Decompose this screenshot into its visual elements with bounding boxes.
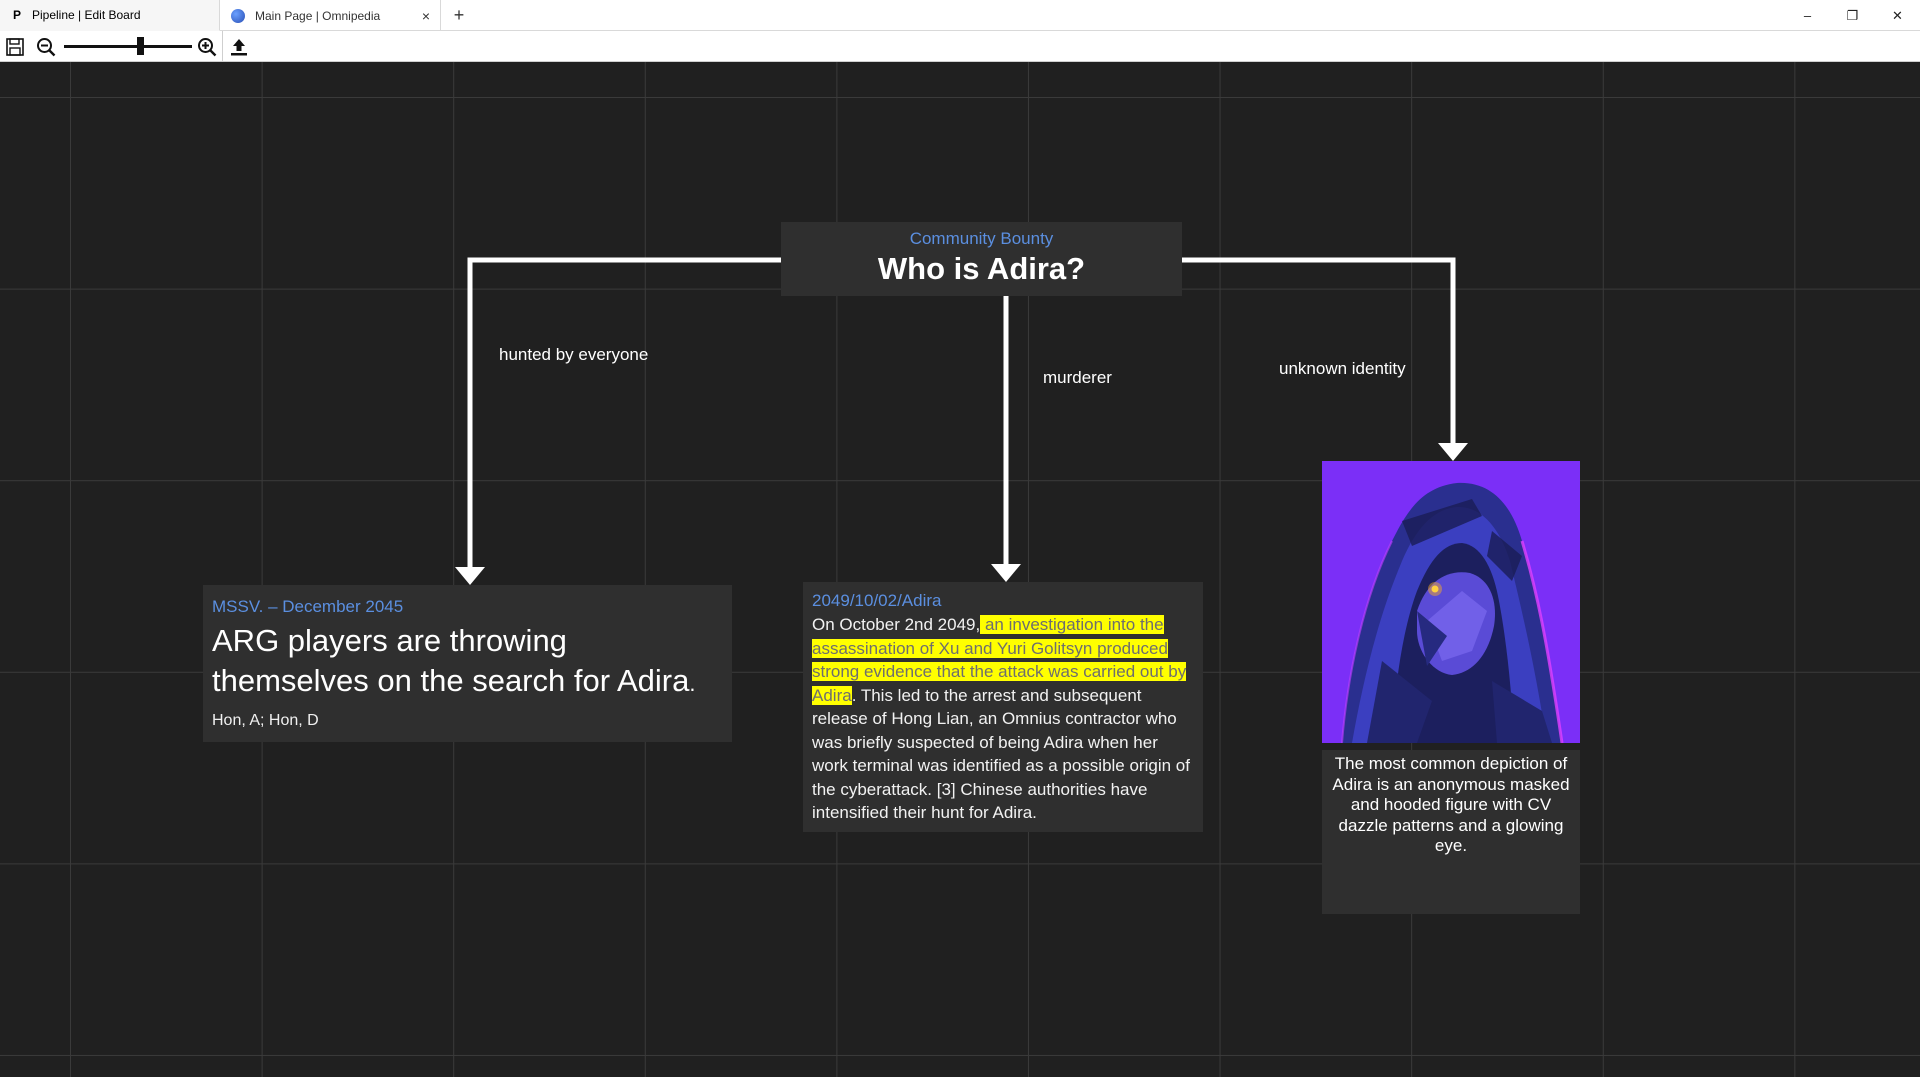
root-title: Who is Adira? [877, 251, 1086, 286]
zoom-slider[interactable] [64, 45, 192, 48]
article-text-pre: On October 2nd 2049, [812, 615, 981, 634]
article-text: On October 2nd 2049, an investigation in… [812, 613, 1194, 825]
root-subtitle: Community Bounty [909, 229, 1054, 248]
article-card[interactable]: 2049/10/02/Adira On October 2nd 2049, an… [803, 582, 1203, 832]
new-tab-button[interactable]: + [448, 4, 470, 26]
arrowhead-unknown [1438, 443, 1468, 461]
zoom-in-icon [198, 38, 217, 57]
arrowhead-hunted [455, 567, 485, 585]
root-node[interactable]: Community Bounty Who is Adira? [781, 222, 1182, 296]
restore-button[interactable]: ❐ [1830, 0, 1875, 31]
zoom-in-button[interactable] [194, 34, 220, 60]
connector-hunted [467, 257, 781, 567]
adira-image[interactable] [1322, 461, 1580, 744]
pipeline-p-icon: P [12, 8, 21, 22]
zoom-slider-thumb[interactable] [137, 37, 144, 55]
upload-icon [231, 39, 247, 56]
connector-unknown [1182, 257, 1456, 443]
toolbar-divider [222, 31, 223, 62]
save-icon [6, 38, 24, 56]
zoom-out-icon [37, 38, 56, 57]
tab-pipeline-edit-board[interactable]: P Pipeline | Edit Board [0, 0, 220, 31]
close-window-button[interactable]: ✕ [1875, 0, 1920, 31]
tab-label: Pipeline | Edit Board [32, 8, 141, 22]
minimize-button[interactable]: – [1785, 0, 1830, 31]
title-bar: P Pipeline | Edit Board Main Page | Omni… [0, 0, 1920, 31]
edge-label-unknown: unknown identity [1279, 359, 1406, 378]
news-card[interactable]: MSSV. – December 2045 ARG players are th… [203, 585, 732, 742]
article-heading: 2049/10/02/Adira [812, 591, 942, 610]
toolbar [0, 31, 1920, 62]
edge-label-murderer: murderer [1043, 368, 1112, 387]
save-button[interactable] [2, 34, 28, 60]
globe-icon [231, 8, 245, 23]
window-controls: – ❐ ✕ [1785, 0, 1920, 31]
news-headline-end: . [689, 671, 696, 696]
news-headline: ARG players are throwing themselves on t… [212, 621, 723, 704]
upload-button[interactable] [226, 34, 252, 60]
board-canvas[interactable]: Community Bounty Who is Adira? hunted by… [0, 62, 1920, 1077]
connector-lines [455, 257, 1468, 585]
image-caption: The most common depiction of Adira is an… [1322, 750, 1580, 914]
hooded-figure-image [1322, 461, 1580, 744]
arrowhead-murderer [991, 564, 1021, 582]
tab-label: Main Page | Omnipedia [255, 8, 381, 23]
edge-label-hunted: hunted by everyone [499, 345, 649, 364]
tab-close-icon[interactable]: × [422, 8, 430, 24]
article-text-post: . This led to the arrest and subsequent … [812, 685, 1190, 823]
zoom-out-button[interactable] [33, 34, 59, 60]
news-headline-text: ARG players are throwing themselves on t… [212, 623, 690, 698]
tab-omnipedia-main-page[interactable]: Main Page | Omnipedia × [221, 0, 441, 31]
news-date: MSSV. – December 2045 [212, 597, 404, 616]
news-authors: Hon, A; Hon, D [212, 712, 319, 729]
